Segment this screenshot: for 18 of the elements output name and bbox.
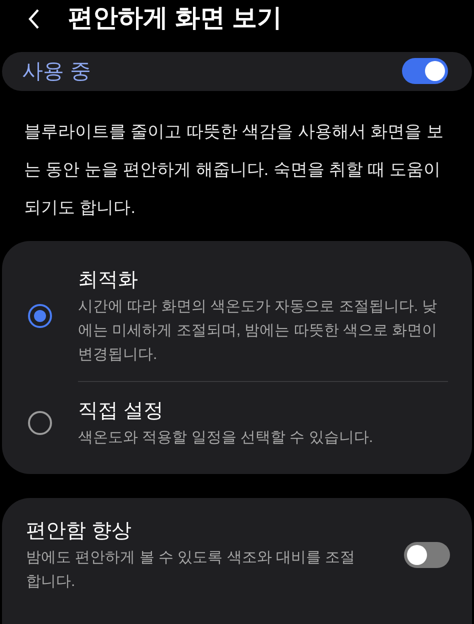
option-title: 최적화 — [78, 268, 139, 293]
page-title: 편안하게 화면 보기 — [68, 3, 282, 34]
mode-option[interactable]: 최적화 시간에 따라 화면의 색온도가 자동으로 조절됩니다. 낮에는 미세하게 조절되며, 밤에는 따뜻한 색으로 화면이 변경됩니다. — [2, 251, 472, 381]
comfort-toggle-row[interactable]: 편안함 향상 밤에도 편안하게 볼 수 있도록 색조와 대비를 조절합니다. — [2, 498, 472, 624]
toggle-label: 사용 중 — [22, 58, 91, 84]
toggle-switch[interactable] — [404, 542, 450, 568]
master-toggle-row[interactable]: 사용 중 — [2, 52, 472, 91]
radio-button[interactable] — [28, 411, 52, 435]
option-title: 직접 설정 — [78, 399, 165, 424]
mode-option[interactable]: 직접 설정 색온도와 적용할 일정을 선택할 수 있습니다. — [2, 382, 472, 464]
description-text: 블루라이트를 줄이고 따뜻한 색감을 사용해서 화면을 보는 동안 눈을 편안하게 해줍니다. 숙면을 취할 때 도움이 되기도 합니다. — [23, 121, 444, 219]
toggle-switch[interactable] — [402, 58, 448, 84]
radio-button[interactable] — [28, 304, 52, 328]
option-description: 색온도와 적용할 일정을 선택할 수 있습니다. — [78, 428, 374, 448]
setting-title: 편안함 향상 — [26, 519, 133, 544]
setting-description: 밤에도 편안하게 볼 수 있도록 색조와 대비를 조절합니다. — [26, 548, 356, 592]
option-description: 시간에 따라 화면의 색온도가 자동으로 조절됩니다. 낮에는 미세하게 조절되며, 밤에는 따뜻한 색으로 화면이 변경됩니다. — [78, 297, 438, 365]
back-icon — [28, 8, 40, 30]
